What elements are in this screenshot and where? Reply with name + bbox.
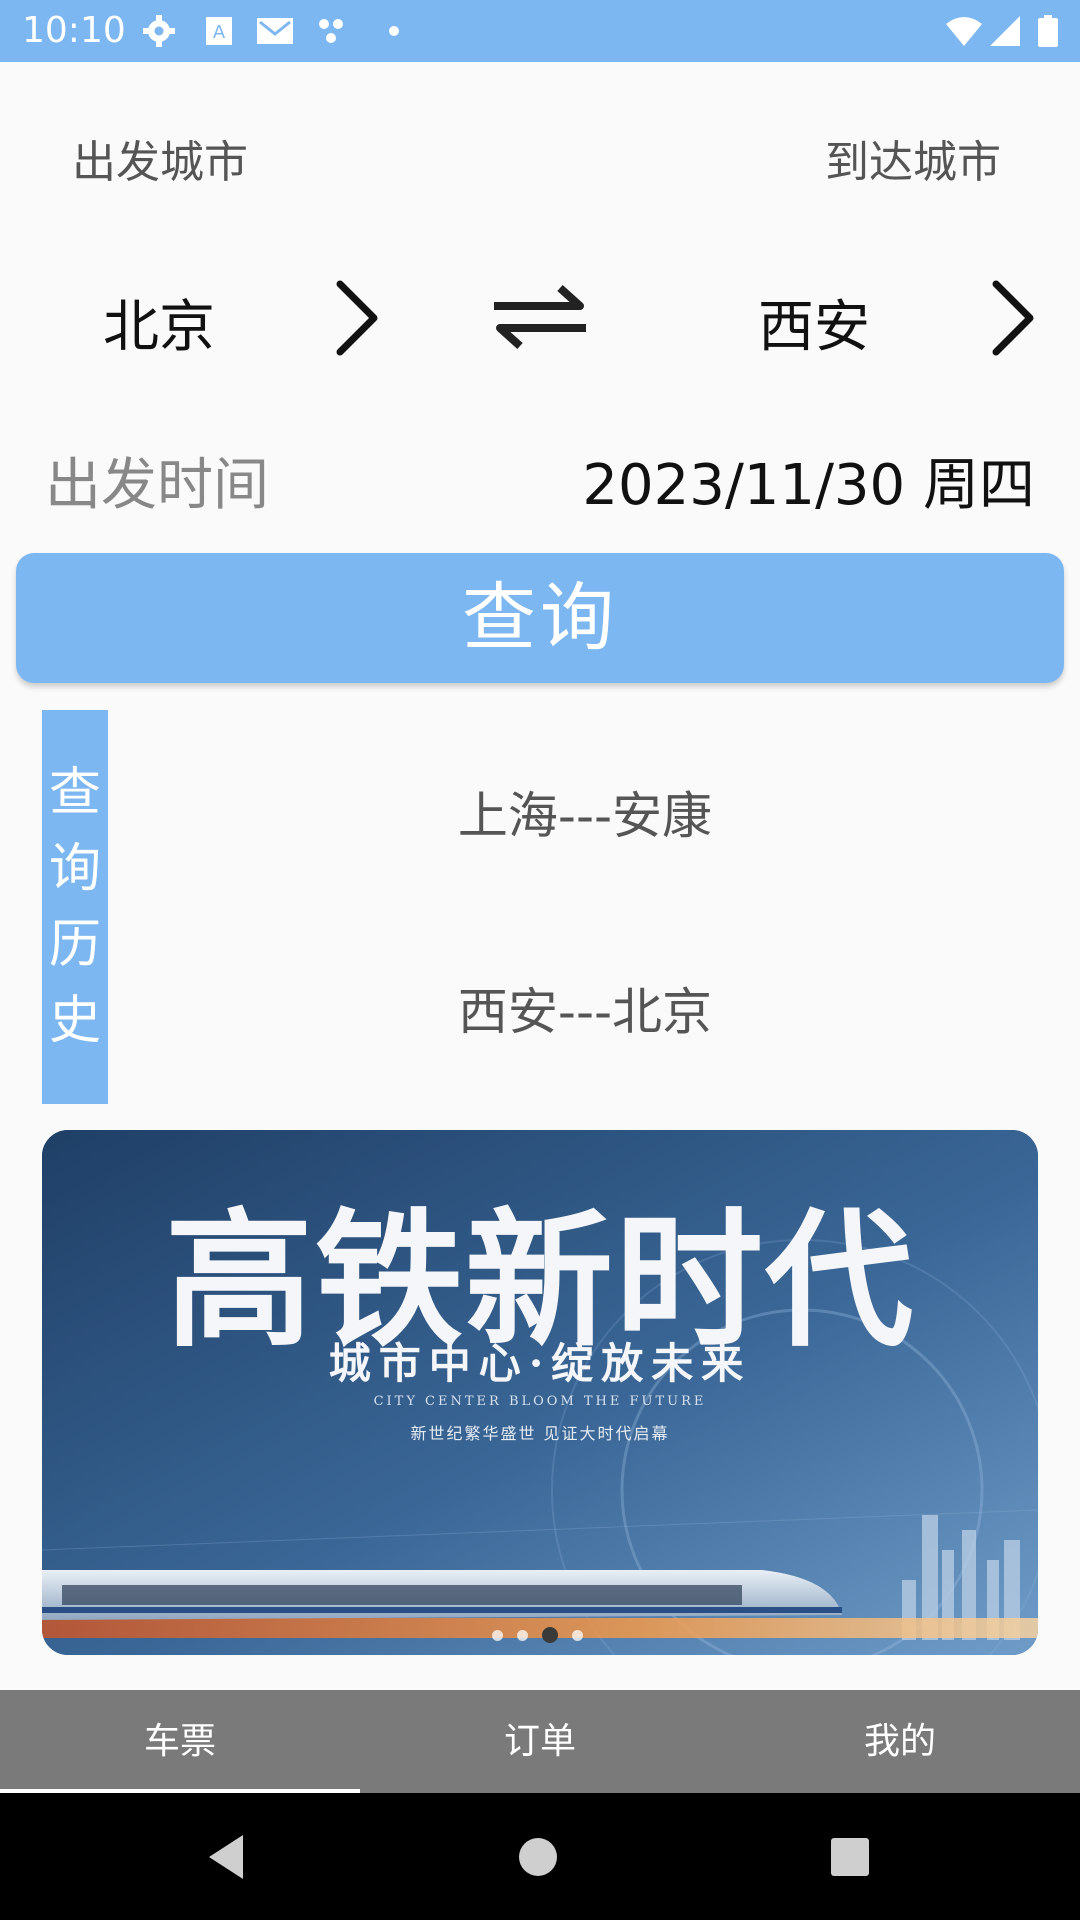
svg-text:A: A	[213, 22, 226, 43]
home-icon[interactable]	[518, 1837, 558, 1877]
battery-icon	[1038, 15, 1058, 47]
page-dot	[572, 1629, 583, 1641]
status-bar: 10:10 A	[0, 0, 1080, 62]
tab-tickets[interactable]: 车票	[0, 1690, 360, 1793]
page-dot	[517, 1629, 528, 1641]
to-city-chevron-icon[interactable]	[988, 278, 1038, 358]
history-char: 史	[48, 991, 101, 1051]
query-history-label: 查 询 历 史	[42, 710, 108, 1104]
system-nav-bar	[0, 1793, 1080, 1920]
back-icon[interactable]	[205, 1833, 245, 1881]
history-char: 查	[48, 763, 101, 823]
to-city-value[interactable]: 西安	[758, 282, 870, 363]
page-dot-active	[542, 1627, 558, 1643]
page-dot	[492, 1629, 503, 1641]
recents-icon[interactable]	[830, 1837, 870, 1877]
banner-subtitle: 城市中心·绽放未来	[328, 1339, 752, 1388]
history-item[interactable]: 上海---安康	[320, 776, 850, 848]
from-city-value[interactable]: 北京	[103, 282, 215, 363]
tab-mine[interactable]: 我的	[720, 1690, 1080, 1793]
signal-icon	[990, 16, 1020, 46]
wifi-icon	[946, 17, 982, 46]
mail-icon	[257, 18, 293, 44]
from-city-chevron-icon[interactable]	[332, 278, 382, 358]
tab-label: 车票	[143, 1721, 216, 1762]
swap-cities-icon[interactable]	[490, 282, 590, 352]
banner-tagline: 新世纪繁华盛世 见证大时代启幕	[410, 1424, 670, 1443]
from-city-label: 出发城市	[72, 137, 248, 188]
departure-date-value[interactable]: 2023/11/30 周四	[582, 440, 1035, 521]
tab-label: 订单	[503, 1721, 576, 1762]
gear-icon	[143, 15, 175, 47]
bottom-nav: 车票 订单 我的	[0, 1690, 1080, 1793]
to-city-label: 到达城市	[825, 137, 1001, 188]
banner-page-indicator	[492, 1627, 583, 1643]
departure-time-label: 出发时间	[45, 453, 269, 518]
promo-banner[interactable]: 高铁新时代 城市中心·绽放未来 CITY CENTER BLOOM THE FU…	[42, 1130, 1038, 1655]
query-button[interactable]: 查询	[16, 553, 1064, 683]
small-dot-icon	[389, 26, 399, 36]
banner-english-text: CITY CENTER BLOOM THE FUTURE	[373, 1394, 707, 1409]
text-a-icon: A	[206, 17, 232, 45]
history-char: 询	[48, 839, 101, 899]
tab-orders[interactable]: 订单	[360, 1690, 720, 1793]
history-char: 历	[48, 915, 101, 975]
history-item[interactable]: 西安---北京	[320, 972, 850, 1044]
tab-label: 我的	[863, 1721, 936, 1762]
status-time: 10:10	[22, 10, 126, 51]
dots-icon	[319, 19, 343, 43]
